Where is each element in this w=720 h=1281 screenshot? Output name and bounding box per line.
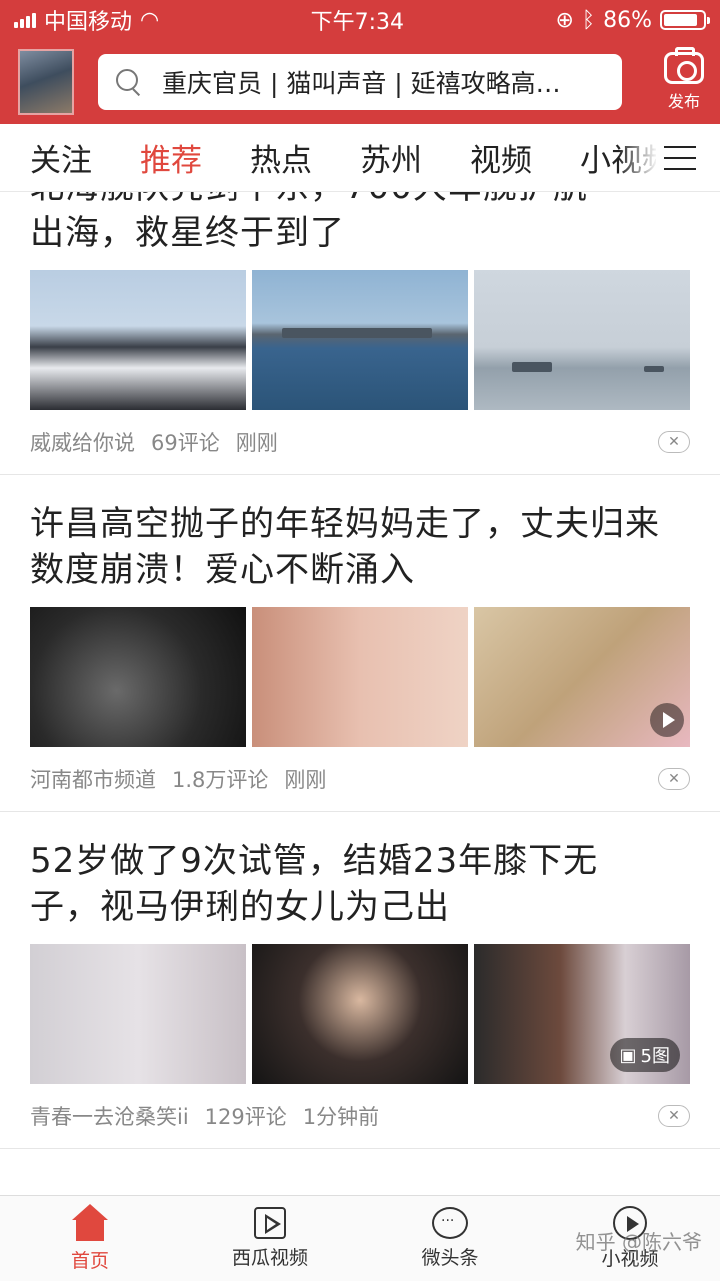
- article-meta: 青春一去沧桑笑ii 129评论 1分钟前 ✕: [30, 1084, 690, 1148]
- article-title: 许昌高空抛子的年轻妈妈走了，丈夫归来数度崩溃！爱心不断涌入: [30, 504, 660, 590]
- article-image[interactable]: [30, 944, 246, 1084]
- article-image[interactable]: [474, 607, 690, 747]
- battery-percent: 86%: [603, 7, 652, 33]
- list-item[interactable]: 北海舰队亮剑中东，700大车舰护航 出海，救星终于到了 威威给你说 69评论 刚…: [0, 192, 720, 475]
- carrier-label: 中国移动: [44, 10, 133, 35]
- close-icon: ✕: [668, 771, 680, 787]
- article-comments: 1.8万评论: [172, 768, 269, 792]
- search-bar[interactable]: 重庆官员 | 猫叫声音 | 延禧攻略高…: [98, 54, 622, 110]
- article-comments: 129评论: [204, 1105, 287, 1129]
- list-item[interactable]: 许昌高空抛子的年轻妈妈走了，丈夫归来数度崩溃！爱心不断涌入 河南都市频道 1.8…: [0, 475, 720, 812]
- article-time: 刚刚: [284, 768, 327, 792]
- battery-icon: [659, 10, 710, 30]
- channel-tabs: 关注 推荐 热点 苏州 视频 小视频: [0, 124, 720, 192]
- video-play-icon: [254, 1207, 286, 1239]
- tab-suzhou[interactable]: 苏州: [360, 135, 422, 180]
- play-icon[interactable]: [650, 703, 684, 737]
- article-comments: 69评论: [151, 431, 220, 455]
- tab-recommend[interactable]: 推荐: [140, 135, 202, 180]
- tab-follow[interactable]: 关注: [30, 135, 92, 180]
- search-suggestions: 重庆官员 | 猫叫声音 | 延禧攻略高…: [162, 69, 561, 98]
- publish-button[interactable]: 发布: [664, 47, 704, 112]
- chat-bubble-icon: [432, 1207, 468, 1239]
- article-time: 刚刚: [235, 431, 278, 455]
- news-feed[interactable]: 北海舰队亮剑中东，700大车舰护航 出海，救星终于到了 威威给你说 69评论 刚…: [0, 192, 720, 1195]
- avatar[interactable]: [18, 49, 74, 115]
- close-icon: ✕: [668, 434, 680, 450]
- lock-rotation-icon: ⊕: [555, 7, 574, 33]
- status-bar: 中国移动 ◠ 下午7:34 ⊕ ᛒ 86%: [0, 0, 720, 40]
- signal-icon: [14, 12, 36, 28]
- article-meta: 河南都市频道 1.8万评论 刚刚 ✕: [30, 747, 690, 811]
- list-item[interactable]: 52岁做了9次试管，结婚23年膝下无子，视马伊琍的女儿为己出 ▣ 5图 青春一去…: [0, 812, 720, 1149]
- publish-label: 发布: [667, 92, 700, 111]
- article-image[interactable]: [474, 270, 690, 410]
- tab-video[interactable]: 视频: [470, 135, 532, 180]
- status-time: 下午7:34: [310, 10, 405, 35]
- channel-menu-icon[interactable]: [664, 146, 696, 170]
- bottom-nav: 首页 西瓜视频 微头条 小视频 知乎 @陈六爷: [0, 1195, 720, 1281]
- nav-micro-headlines[interactable]: 微头条: [360, 1196, 540, 1281]
- article-time: 1分钟前: [302, 1105, 380, 1129]
- watermark: 知乎 @陈六爷: [575, 1230, 702, 1254]
- article-meta: 威威给你说 69评论 刚刚 ✕: [30, 410, 690, 474]
- article-image[interactable]: [252, 607, 468, 747]
- article-title: 北海舰队亮剑中东，700大车舰护航 出海，救星终于到了: [30, 192, 587, 253]
- article-title: 52岁做了9次试管，结婚23年膝下无子，视马伊琍的女儿为己出: [30, 841, 599, 927]
- dislike-button[interactable]: ✕: [658, 1105, 690, 1127]
- article-image[interactable]: [252, 270, 468, 410]
- search-icon: [114, 67, 144, 97]
- dislike-button[interactable]: ✕: [658, 768, 690, 790]
- gallery-icon: ▣: [619, 1044, 637, 1066]
- top-header: 中国移动 ◠ 下午7:34 ⊕ ᛒ 86% 重庆官员 | 猫叫声音 | 延禧攻略…: [0, 0, 720, 124]
- article-image[interactable]: [30, 607, 246, 747]
- bluetooth-icon: ᛒ: [581, 7, 596, 33]
- article-image[interactable]: [252, 944, 468, 1084]
- nav-xigua-video[interactable]: 西瓜视频: [180, 1196, 360, 1281]
- article-image[interactable]: ▣ 5图: [474, 944, 690, 1084]
- dislike-button[interactable]: ✕: [658, 431, 690, 453]
- article-source[interactable]: 青春一去沧桑笑ii: [30, 1101, 189, 1131]
- article-source[interactable]: 威威给你说: [30, 427, 135, 457]
- wifi-icon: ◠: [140, 7, 160, 33]
- image-count-badge: ▣ 5图: [609, 1038, 680, 1072]
- tab-hot[interactable]: 热点: [250, 135, 312, 180]
- camera-icon: [664, 47, 704, 84]
- close-icon: ✕: [668, 1108, 680, 1124]
- article-source[interactable]: 河南都市频道: [30, 764, 156, 794]
- nav-home[interactable]: 首页: [0, 1196, 180, 1281]
- home-icon: [70, 1204, 110, 1242]
- article-image[interactable]: [30, 270, 246, 410]
